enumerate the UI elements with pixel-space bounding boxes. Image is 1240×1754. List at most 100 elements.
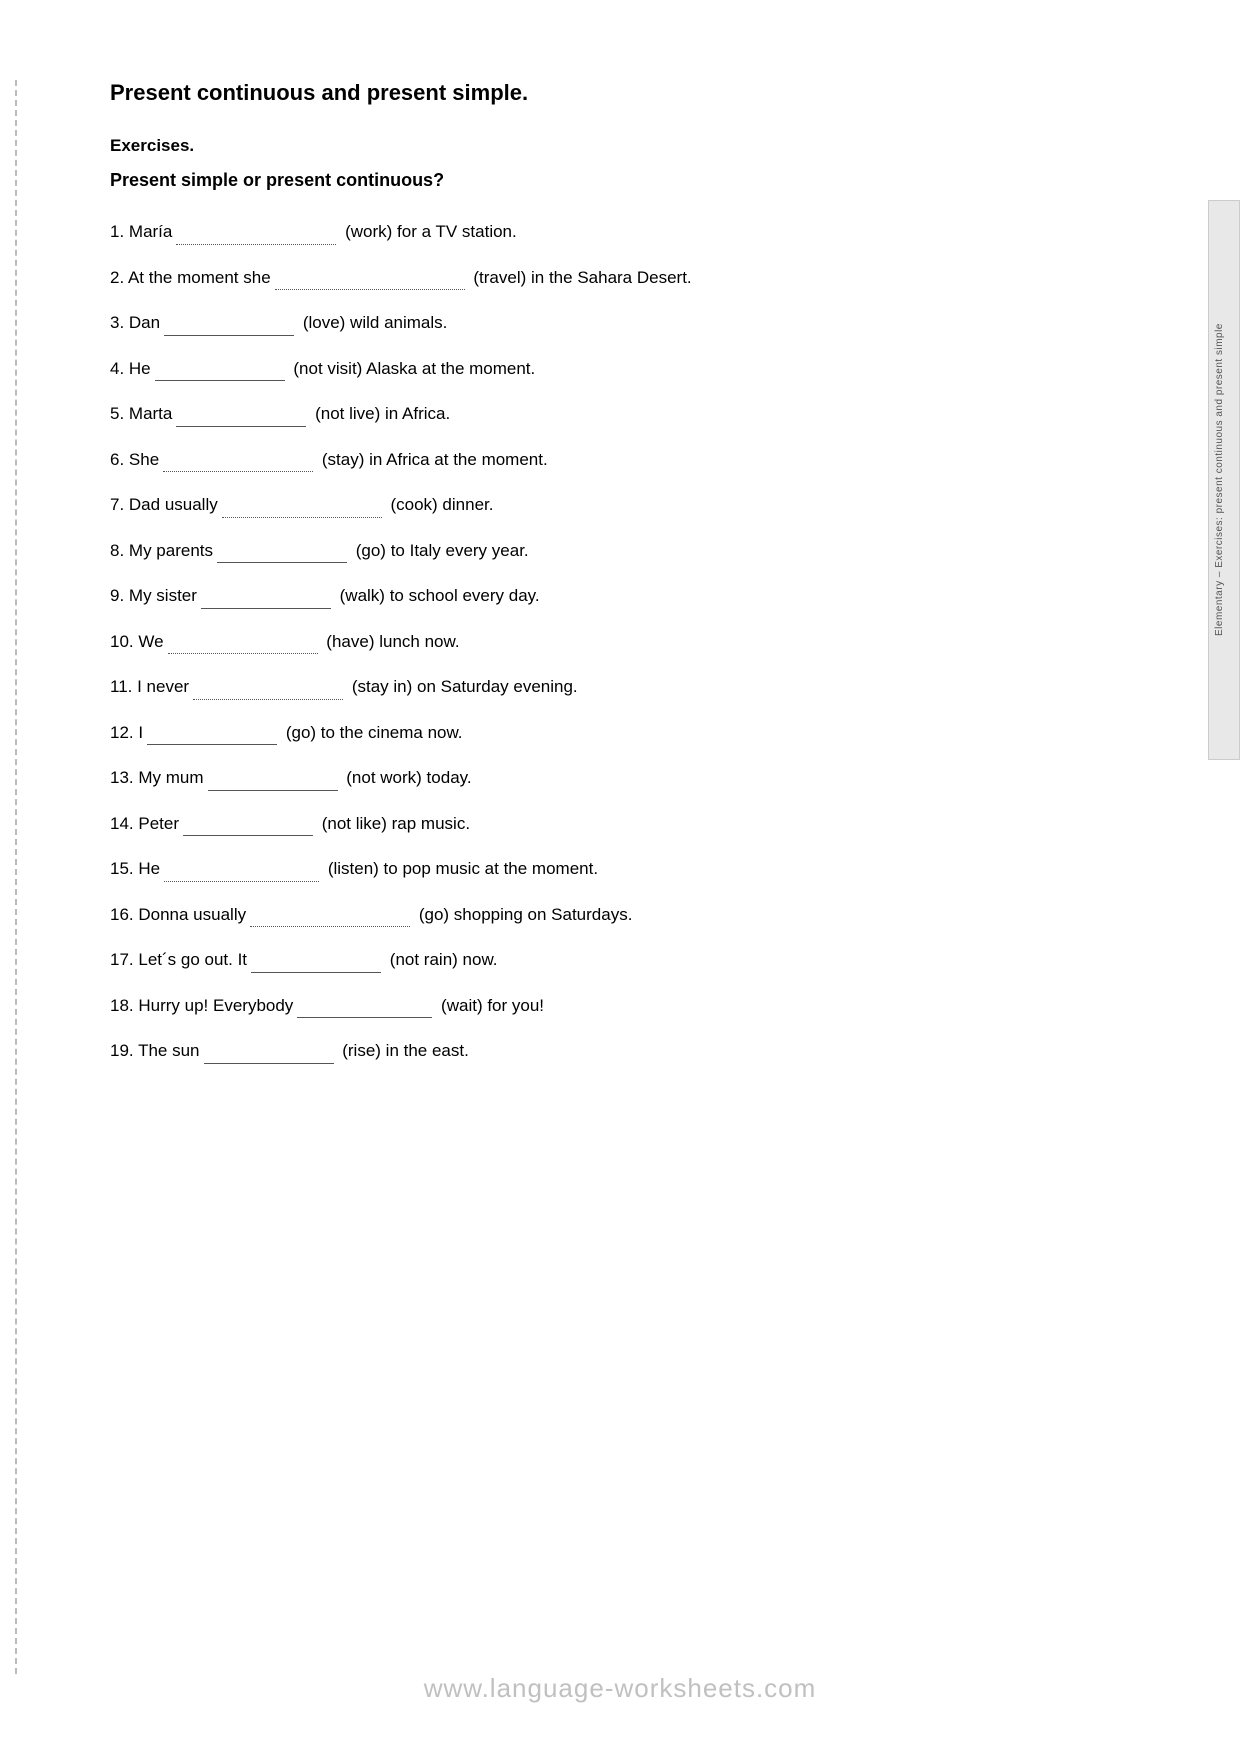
exercise-hint: (love) wild animals. xyxy=(303,313,448,332)
exercise-number: 17. xyxy=(110,950,138,969)
exercise-pre: The sun xyxy=(138,1041,199,1060)
exercise-item-12: 12. I (go) to the cinema now. xyxy=(110,720,1140,746)
exercise-number: 11. xyxy=(110,677,137,696)
website-footer: www.language-worksheets.com xyxy=(0,1673,1240,1704)
exercise-blank[interactable] xyxy=(193,682,343,700)
exercise-number: 8. xyxy=(110,541,129,560)
exercise-number: 3. xyxy=(110,313,129,332)
left-border xyxy=(15,80,17,1674)
exercise-blank[interactable] xyxy=(204,1046,334,1064)
exercise-hint: (wait) for you! xyxy=(441,996,544,1015)
subsection-title: Present simple or present continuous? xyxy=(110,170,1140,191)
exercise-pre: Let´s go out. It xyxy=(138,950,247,969)
exercise-number: 9. xyxy=(110,586,129,605)
exercise-item-3: 3. Dan (love) wild animals. xyxy=(110,310,1140,336)
exercise-blank[interactable] xyxy=(147,727,277,745)
exercise-number: 19. xyxy=(110,1041,138,1060)
exercise-item-18: 18. Hurry up! Everybody (wait) for you! xyxy=(110,993,1140,1019)
exercise-list: 1. María (work) for a TV station. 2. At t… xyxy=(110,219,1140,1064)
exercise-item-8: 8. My parents (go) to Italy every year. xyxy=(110,538,1140,564)
exercise-item-5: 5. Marta (not live) in Africa. xyxy=(110,401,1140,427)
exercise-blank[interactable] xyxy=(250,909,410,927)
exercise-number: 4. xyxy=(110,359,129,378)
exercise-hint: (travel) in the Sahara Desert. xyxy=(473,268,691,287)
exercise-number: 6. xyxy=(110,450,129,469)
exercise-pre: He xyxy=(129,359,151,378)
exercise-item-13: 13. My mum (not work) today. xyxy=(110,765,1140,791)
exercise-hint: (stay) in Africa at the moment. xyxy=(322,450,548,469)
exercise-item-9: 9. My sister (walk) to school every day. xyxy=(110,583,1140,609)
exercise-number: 14. xyxy=(110,814,138,833)
exercise-blank[interactable] xyxy=(155,363,285,381)
exercise-item-4: 4. He (not visit) Alaska at the moment. xyxy=(110,356,1140,382)
exercise-pre: I xyxy=(138,723,143,742)
exercise-pre: My parents xyxy=(129,541,213,560)
exercise-blank[interactable] xyxy=(163,454,313,472)
exercise-pre: At the moment she xyxy=(128,268,271,287)
worksheet-page: Present continuous and present simple. E… xyxy=(0,0,1240,1754)
exercise-pre: We xyxy=(138,632,163,651)
exercise-pre: Dad usually xyxy=(129,495,218,514)
exercise-item-7: 7. Dad usually (cook) dinner. xyxy=(110,492,1140,518)
exercise-blank[interactable] xyxy=(201,591,331,609)
exercise-pre: My sister xyxy=(129,586,197,605)
exercise-blank[interactable] xyxy=(208,773,338,791)
exercise-hint: (not live) in Africa. xyxy=(315,404,450,423)
exercise-hint: (not work) today. xyxy=(346,768,471,787)
exercise-hint: (cook) dinner. xyxy=(390,495,493,514)
exercise-item-15: 15. He (listen) to pop music at the mome… xyxy=(110,856,1140,882)
exercise-blank[interactable] xyxy=(297,1000,432,1018)
exercise-number: 2. xyxy=(110,268,128,287)
exercise-hint: (listen) to pop music at the moment. xyxy=(328,859,598,878)
side-label: Elementary – Exercises: present continuo… xyxy=(1208,200,1240,760)
exercise-hint: (go) to the cinema now. xyxy=(286,723,463,742)
exercise-blank[interactable] xyxy=(176,409,306,427)
exercise-hint: (not rain) now. xyxy=(390,950,498,969)
exercise-pre: I never xyxy=(137,677,189,696)
exercise-pre: Dan xyxy=(129,313,160,332)
exercise-blank[interactable] xyxy=(222,500,382,518)
exercise-blank[interactable] xyxy=(176,227,336,245)
exercise-blank[interactable] xyxy=(217,545,347,563)
exercise-pre: María xyxy=(129,222,172,241)
exercise-blank[interactable] xyxy=(164,318,294,336)
exercise-hint: (not like) rap music. xyxy=(322,814,470,833)
main-title: Present continuous and present simple. xyxy=(110,80,1140,106)
exercise-item-17: 17. Let´s go out. It (not rain) now. xyxy=(110,947,1140,973)
exercise-number: 18. xyxy=(110,996,138,1015)
exercise-blank[interactable] xyxy=(164,864,319,882)
exercise-blank[interactable] xyxy=(275,272,465,290)
exercise-pre: My mum xyxy=(138,768,203,787)
exercise-item-6: 6. She (stay) in Africa at the moment. xyxy=(110,447,1140,473)
exercise-number: 12. xyxy=(110,723,138,742)
exercise-pre: Hurry up! Everybody xyxy=(138,996,293,1015)
exercise-pre: He xyxy=(138,859,160,878)
exercise-number: 7. xyxy=(110,495,129,514)
exercise-blank[interactable] xyxy=(251,955,381,973)
exercise-item-11: 11. I never (stay in) on Saturday evenin… xyxy=(110,674,1140,700)
exercise-number: 5. xyxy=(110,404,129,423)
exercises-label: Exercises. xyxy=(110,136,1140,156)
exercise-number: 15. xyxy=(110,859,138,878)
exercise-number: 13. xyxy=(110,768,138,787)
exercise-item-2: 2. At the moment she (travel) in the Sah… xyxy=(110,265,1140,291)
exercise-hint: (stay in) on Saturday evening. xyxy=(352,677,578,696)
exercise-number: 16. xyxy=(110,905,138,924)
exercise-hint: (walk) to school every day. xyxy=(340,586,540,605)
exercise-item-1: 1. María (work) for a TV station. xyxy=(110,219,1140,245)
exercise-item-19: 19. The sun (rise) in the east. xyxy=(110,1038,1140,1064)
exercise-item-14: 14. Peter (not like) rap music. xyxy=(110,811,1140,837)
exercise-hint: (go) to Italy every year. xyxy=(356,541,529,560)
exercise-item-10: 10. We (have) lunch now. xyxy=(110,629,1140,655)
exercise-blank[interactable] xyxy=(183,818,313,836)
exercise-pre: Peter xyxy=(138,814,179,833)
exercise-pre: She xyxy=(129,450,159,469)
exercise-hint: (have) lunch now. xyxy=(326,632,459,651)
exercise-number: 1. xyxy=(110,222,129,241)
exercise-hint: (go) shopping on Saturdays. xyxy=(419,905,633,924)
exercise-number: 10. xyxy=(110,632,138,651)
exercise-hint: (rise) in the east. xyxy=(342,1041,469,1060)
exercise-hint: (not visit) Alaska at the moment. xyxy=(293,359,535,378)
exercise-blank[interactable] xyxy=(168,636,318,654)
exercise-pre: Donna usually xyxy=(138,905,246,924)
